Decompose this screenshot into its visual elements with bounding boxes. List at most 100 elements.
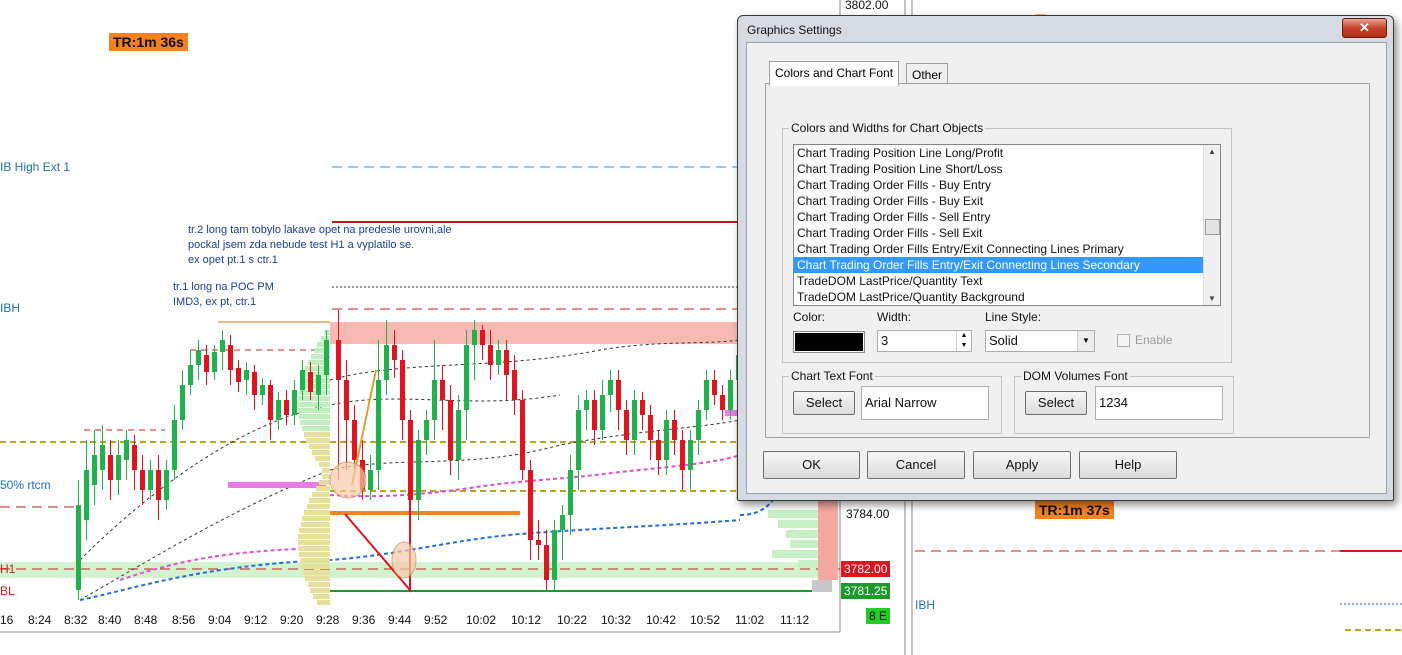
tab-colors-and-chart-font[interactable]: Colors and Chart Font: [769, 61, 900, 86]
scroll-down-arrow-icon[interactable]: ▼: [1208, 294, 1216, 303]
list-item[interactable]: Chart Trading Position Line Short/Loss: [794, 161, 1220, 177]
list-item[interactable]: Chart Trading Order Fills - Sell Exit: [794, 225, 1220, 241]
scroll-thumb[interactable]: [1205, 219, 1220, 235]
width-spinner[interactable]: 3 ▲ ▼: [877, 330, 972, 352]
time-axis-label: 10:02: [466, 613, 497, 627]
chart-text-font-group: Chart Text Font Select Arial Narrow: [782, 369, 1002, 434]
candle-body: [664, 420, 669, 460]
list-item[interactable]: Chart Trading Order Fills Entry/Exit Con…: [794, 241, 1220, 257]
volume-profile-bar: [298, 540, 330, 545]
candle-body: [260, 385, 265, 395]
candle-body: [440, 380, 445, 400]
graphics-settings-dialog: Graphics Settings ✕ Colors and Chart Fon…: [737, 15, 1394, 501]
time-axis-label: 9:04: [208, 613, 232, 627]
volume-profile-bar: [302, 426, 330, 431]
candle-body: [648, 415, 653, 440]
time-remaining-badge: TR:1m 36s: [109, 33, 188, 51]
candle-body: [544, 545, 549, 580]
line-style-select[interactable]: Solid ▼: [985, 330, 1095, 352]
candle-body: [252, 372, 257, 395]
spin-down-icon[interactable]: ▼: [956, 341, 971, 351]
time-axis-label: 16: [0, 613, 14, 627]
candle-body: [448, 400, 453, 460]
candle-body: [124, 440, 129, 460]
list-item[interactable]: Chart Trading Order Fills Entry/Exit Con…: [794, 257, 1220, 273]
volume-profile-bar: [298, 408, 330, 413]
cancel-button[interactable]: Cancel: [867, 451, 965, 479]
chart-objects-list[interactable]: Chart Trading Position Line Long/Profit C…: [793, 144, 1221, 306]
volume-profile-bar: [302, 516, 330, 521]
time-axis-label: 10:12: [511, 613, 542, 627]
volume-profile-bar: [301, 564, 330, 569]
candle-body: [456, 410, 461, 460]
candle-body: [656, 440, 661, 460]
volume-profile-bar: [300, 420, 330, 425]
chart-font-select-button[interactable]: Select: [793, 391, 855, 415]
candle-body: [504, 350, 509, 375]
candle-body: [188, 365, 193, 385]
chart-objects-group-title: Colors and Widths for Chart Objects: [789, 121, 986, 135]
candle-body: [92, 455, 97, 485]
trade-note-1: tr.1 long na POC PM IMD3, ex pt, ctr.1: [173, 281, 274, 308]
candle-body: [432, 380, 437, 420]
list-item[interactable]: TradeDOM LastPrice/Quantity Text: [794, 273, 1220, 289]
candle-body: [212, 352, 217, 372]
list-item[interactable]: TradeDOM LastPrice/Quantity Background: [794, 289, 1220, 305]
dom-font-select-button[interactable]: Select: [1025, 391, 1087, 415]
volume-profile-bar: [316, 486, 330, 491]
time-axis-label: 9:20: [280, 613, 304, 627]
volume-profile-bar: [309, 444, 330, 449]
list-item[interactable]: Chart Trading Order Fills - Buy Entry: [794, 177, 1220, 193]
candle-body: [148, 470, 153, 490]
candle-body: [720, 395, 725, 410]
candle-body: [292, 390, 297, 415]
ok-button[interactable]: OK: [763, 451, 860, 479]
candle-body: [196, 350, 201, 365]
list-item[interactable]: Chart Trading Order Fills - Sell Entry: [794, 209, 1220, 225]
chevron-down-icon[interactable]: ▼: [1077, 331, 1094, 351]
time-axis-label: 8:32: [64, 613, 88, 627]
volume-profile-bar: [312, 492, 330, 497]
candle-body: [316, 375, 321, 395]
volume-profile-bar: [319, 462, 330, 467]
volume-profile-bar: [308, 582, 330, 587]
volume-profile-bar: [307, 504, 330, 509]
candle-body: [220, 340, 225, 352]
price-tag-red: 3782.00: [841, 561, 891, 577]
time-axis-label: 10:52: [690, 613, 721, 627]
enable-checkbox[interactable]: [1117, 334, 1130, 347]
candle-body: [400, 360, 405, 420]
spin-up-icon[interactable]: ▲: [956, 331, 971, 341]
help-button[interactable]: Help: [1079, 451, 1177, 479]
list-scrollbar[interactable]: ▲ ▼: [1203, 145, 1220, 305]
candle-body: [528, 470, 533, 540]
apply-button[interactable]: Apply: [973, 451, 1071, 479]
candle-body: [308, 372, 313, 392]
chart-text-font-field: Arial Narrow: [861, 386, 989, 420]
volume-profile-bar: [319, 480, 330, 485]
color-swatch-button[interactable]: [793, 331, 865, 353]
volume-profile-bar: [299, 390, 330, 395]
volume-profile-bar: [305, 576, 330, 581]
candle-body: [376, 380, 381, 470]
volume-profile-bar: [317, 600, 330, 605]
width-label: Width:: [877, 310, 912, 324]
candle-body: [108, 455, 113, 480]
close-button[interactable]: ✕: [1342, 18, 1387, 38]
chart-text-font-title: Chart Text Font: [789, 369, 875, 383]
volume-profile-bar: [313, 594, 330, 599]
time-axis-label: 9:36: [352, 613, 376, 627]
list-item[interactable]: Chart Trading Order Fills - Buy Exit: [794, 193, 1220, 209]
list-item[interactable]: Chart Trading Position Line Long/Profit: [794, 145, 1220, 161]
candle-body: [472, 330, 477, 345]
volume-profile-bar: [298, 546, 330, 551]
dialog-body: Colors and Chart Font Other Colors and W…: [746, 42, 1387, 494]
candle-body: [116, 455, 121, 480]
tab-panel: Colors and Widths for Chart Objects Char…: [765, 83, 1370, 438]
volume-profile-bar: [310, 588, 330, 593]
candle-body: [324, 340, 329, 375]
volume-profile-bar: [306, 438, 330, 443]
scroll-up-arrow-icon[interactable]: ▲: [1208, 147, 1216, 156]
price-axis-top: 3802.00: [842, 0, 892, 13]
volume-profile-bar: [309, 498, 330, 503]
